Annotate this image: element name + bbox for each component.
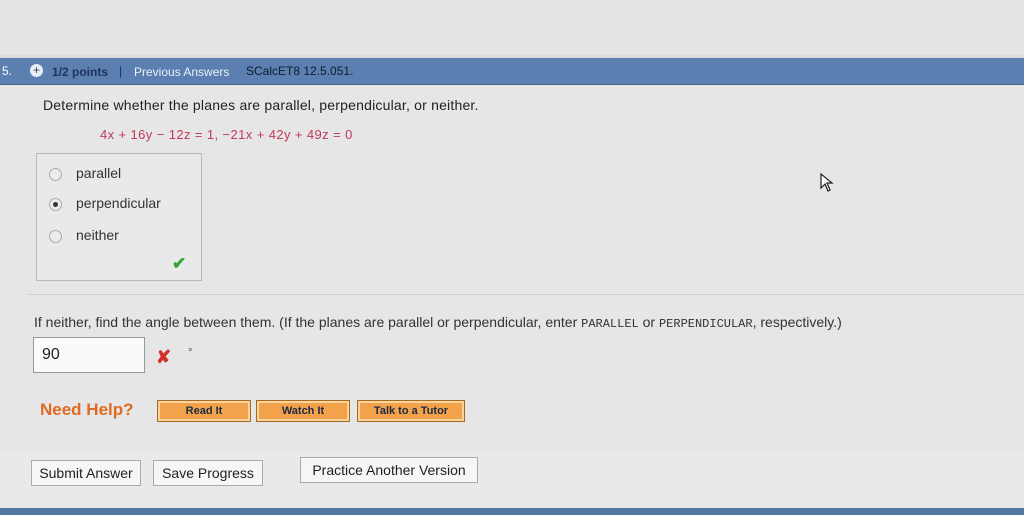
watch-it-button[interactable]: Watch It [256,400,350,422]
or-word: or [638,314,659,330]
choice-parallel[interactable]: parallel [49,165,121,185]
save-progress-button[interactable]: Save Progress [153,460,263,486]
previous-answers-link[interactable]: Previous Answers [134,65,229,79]
choice-neither-label: neither [76,227,119,243]
parallel-keyword: PARALLEL [581,317,639,331]
read-it-button[interactable]: Read It [157,400,251,422]
radio-perpendicular[interactable] [49,197,62,211]
angle-prompt-prefix: If neither, find the angle between them.… [34,314,582,330]
submit-answer-button[interactable]: Submit Answer [31,460,141,486]
practice-another-version-button[interactable]: Practice Another Version [300,457,478,483]
choice-parallel-label: parallel [76,165,122,181]
bottom-bar [0,508,1024,515]
question-number: 5. [2,64,13,78]
talk-to-tutor-button[interactable]: Talk to a Tutor [357,400,465,422]
need-help-label: Need Help? [40,400,134,419]
problem-code: SCalcET8 12.5.051. [246,64,354,78]
angle-question: If neither, find the angle between them.… [34,314,842,331]
plane-equations: 4x + 16y − 12z = 1, −21x + 42y + 49z = 0 [100,127,353,142]
question-header: 5. + 1/2 points | Previous Answers SCalc… [0,58,1024,85]
angle-prompt-suffix: , respectively.) [752,314,842,330]
points-label: 1/2 points [52,65,109,79]
radio-parallel[interactable] [49,167,62,181]
header-separator: | [119,64,123,78]
perpendicular-keyword: PERPENDICULAR [658,317,753,331]
angle-answer-input[interactable] [33,337,145,373]
choice-perpendicular[interactable]: perpendicular [49,195,161,215]
radio-neither[interactable] [49,229,62,243]
choice-neither[interactable]: neither [49,227,119,247]
page-top-area [0,0,1024,55]
mouse-cursor-icon [820,172,834,198]
incorrect-x-icon: ✘ [156,347,172,367]
choice-perpendicular-label: perpendicular [76,195,161,211]
expand-plus-icon[interactable]: + [30,64,43,77]
correct-check-icon: ✔ [172,254,187,273]
degree-symbol: ° [188,347,193,359]
question-prompt: Determine whether the planes are paralle… [43,97,479,113]
section-divider [28,294,1024,295]
